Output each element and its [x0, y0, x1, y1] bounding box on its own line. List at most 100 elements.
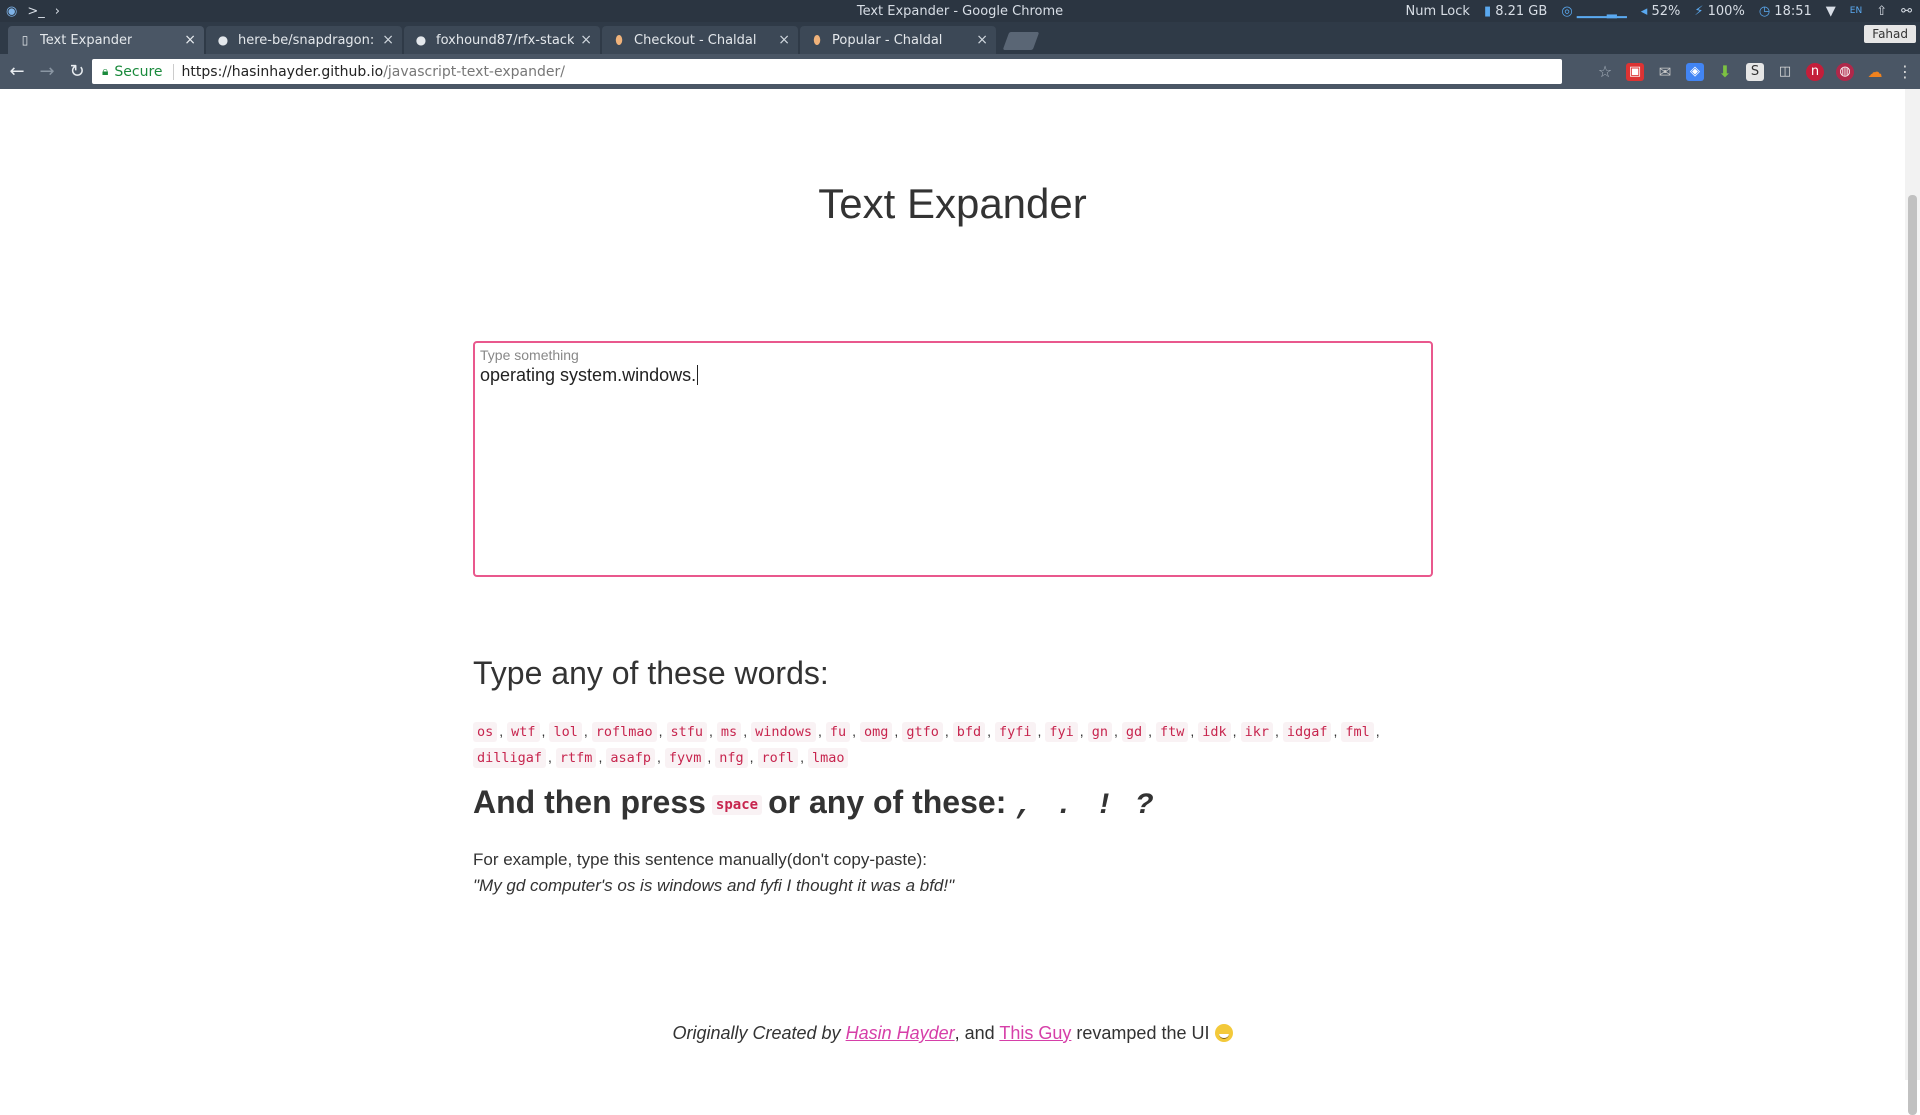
browser-toolbar: ← → ↻ 🔒︎ Secure https://hasinhayder.gith… — [0, 54, 1920, 89]
download-icon[interactable]: ⬇ — [1716, 62, 1734, 81]
extension-icons: ☆ ▣ ✉ ◈ ⬇ S ◫ n ◍ ☁ ⋮ — [1596, 54, 1914, 89]
cloud-extension-icon[interactable]: ☁ — [1866, 63, 1884, 81]
shortcut-word: idk — [1198, 722, 1231, 742]
cpu-icon: ◎ ▁▁▁▂▁ — [1561, 3, 1627, 19]
close-icon[interactable]: × — [580, 32, 592, 48]
author-link[interactable]: Hasin Hayder — [846, 1023, 955, 1043]
volume-indicator[interactable]: ◂ 52% — [1641, 4, 1681, 19]
shortcut-word: asafp — [606, 748, 655, 768]
language-indicator[interactable]: EN — [1850, 6, 1862, 16]
volume-icon: ◂ — [1640, 3, 1648, 19]
reload-icon[interactable]: ↻ — [64, 61, 90, 82]
textarea-label: Type something — [480, 347, 579, 363]
shortcut-word: windows — [751, 722, 816, 742]
tab-label: foxhound87/rfx-stack: — [436, 32, 574, 48]
tab-checkout-chaldal[interactable]: ⬮ Checkout - Chaldal × — [602, 26, 798, 54]
shortcut-word: omg — [860, 722, 893, 742]
shortcut-word: rofl — [757, 748, 799, 768]
punctuation-list: , . ! ? — [1015, 789, 1156, 823]
textarea-value[interactable]: operating system.windows. — [480, 365, 696, 386]
shortcut-word: lol — [549, 722, 582, 742]
footer-middle: , and — [954, 1023, 995, 1043]
divider — [172, 63, 174, 80]
text-input-area[interactable]: Type something operating system.windows. — [473, 341, 1433, 577]
shortcut-word: fml — [1341, 722, 1374, 742]
new-tab-button[interactable] — [1002, 32, 1040, 50]
chrome-extension-icon[interactable]: ◈ — [1686, 62, 1704, 81]
example-sentence: "My gd computer's os is windows and fyfi… — [473, 876, 955, 895]
shortcut-word: ftw — [1156, 722, 1189, 742]
shortcut-word: roflmao — [591, 722, 657, 742]
wifi-icon[interactable]: ▼ — [1826, 4, 1836, 19]
clock-indicator[interactable]: ◷ 18:51 — [1759, 4, 1812, 19]
forward-arrow-icon[interactable]: → — [34, 61, 60, 82]
space-key-badge: space — [711, 795, 763, 815]
github-icon: ● — [415, 33, 427, 47]
page-title: Text Expander — [818, 180, 1087, 227]
glasses-icon[interactable]: ◫ — [1776, 63, 1794, 81]
shortcut-word: fyvm — [664, 748, 706, 768]
github-icon: ● — [217, 33, 229, 47]
shortcut-word: fyfi — [995, 722, 1036, 742]
url-path[interactable]: /javascript-text-expander/ — [383, 64, 565, 80]
tab-strip: ▯ Text Expander × ● here-be/snapdragon: … — [0, 22, 1920, 54]
tab-popular-chaldal[interactable]: ⬮ Popular - Chaldal × — [800, 26, 996, 54]
tab-text-expander[interactable]: ▯ Text Expander × — [8, 26, 204, 54]
scrollbar-thumb[interactable] — [1908, 195, 1917, 1115]
usb-icon[interactable]: ⇧ — [1876, 4, 1887, 19]
shortcut-word: stfu — [666, 722, 708, 742]
footer-suffix: revamped the UI — [1076, 1023, 1210, 1043]
n-extension-icon[interactable]: n — [1806, 62, 1824, 81]
close-icon[interactable]: × — [184, 32, 196, 48]
address-bar[interactable]: 🔒︎ Secure https://hasinhayder.github.io /… — [92, 59, 1562, 84]
tab-label: here-be/snapdragon: s — [238, 32, 376, 48]
url-host[interactable]: https://hasinhayder.github.io — [182, 64, 384, 80]
chevron-right-icon[interactable]: › — [55, 4, 60, 19]
link-icon[interactable]: ⚯ — [1901, 4, 1912, 19]
shortcut-word: nfg — [715, 748, 748, 768]
mail-icon[interactable]: ✉ — [1656, 63, 1674, 81]
then-middle: or any of these: — [768, 784, 1007, 820]
terminal-icon[interactable]: >_ — [27, 4, 44, 19]
words-row-1: os, wtf, lol, roflmao, stfu, ms, windows, fu, om… — [473, 718, 1433, 744]
battery-indicator: ⚡ 100% — [1694, 4, 1744, 19]
close-icon[interactable]: × — [382, 32, 394, 48]
memory-value: 8.21 GB — [1495, 3, 1548, 19]
star-icon[interactable]: ☆ — [1596, 62, 1614, 81]
battery-icon: ⚡ — [1694, 3, 1704, 19]
tab-label: Popular - Chaldal — [832, 32, 943, 48]
tab-label: Text Expander — [40, 32, 133, 48]
shortcut-word: gn — [1087, 722, 1112, 742]
secure-label[interactable]: Secure — [114, 64, 162, 80]
s-extension-icon[interactable]: S — [1746, 62, 1764, 81]
close-icon[interactable]: × — [778, 32, 790, 48]
lock-icon[interactable]: 🔒︎ — [102, 64, 108, 79]
page-scrollbar[interactable] — [1905, 89, 1920, 1115]
shortcut-word: os — [473, 722, 498, 742]
menu-icon[interactable]: ⋮ — [1896, 62, 1914, 81]
page-content — [0, 89, 1905, 1080]
shield-extension-icon[interactable]: ◍ — [1836, 62, 1854, 81]
page-icon: ▯ — [21, 33, 29, 47]
tab-snapdragon[interactable]: ● here-be/snapdragon: s × — [206, 26, 402, 54]
close-icon[interactable]: × — [976, 32, 988, 48]
shortcut-word: idgaf — [1282, 722, 1332, 742]
egg-icon: ⬮ — [615, 32, 623, 47]
system-menu-icon[interactable]: ◉ — [6, 4, 17, 19]
back-arrow-icon[interactable]: ← — [4, 61, 30, 82]
os-launcher: ◉ >_ › — [0, 4, 300, 19]
revamp-author-link[interactable]: This Guy — [999, 1023, 1071, 1043]
tab-rfx-stack[interactable]: ● foxhound87/rfx-stack: × — [404, 26, 600, 54]
egg-icon: ⬮ — [813, 32, 821, 47]
footer: Originally Created by Hasin Hayder, and … — [0, 1023, 1905, 1044]
shortcut-word: gtfo — [902, 722, 943, 742]
lock-extension-icon[interactable]: ▣ — [1626, 62, 1644, 81]
smiley-icon — [1214, 1024, 1233, 1042]
profile-button[interactable]: Fahad — [1864, 25, 1916, 43]
os-top-bar: ◉ >_ › Text Expander - Google Chrome Num… — [0, 0, 1920, 22]
shortcut-word: fu — [825, 722, 851, 742]
num-lock-indicator: Num Lock — [1405, 3, 1470, 19]
footer-prefix: Originally Created by — [672, 1023, 841, 1043]
shortcut-word: lmao — [807, 748, 849, 768]
shortcut-word: dilligaf — [473, 748, 547, 768]
